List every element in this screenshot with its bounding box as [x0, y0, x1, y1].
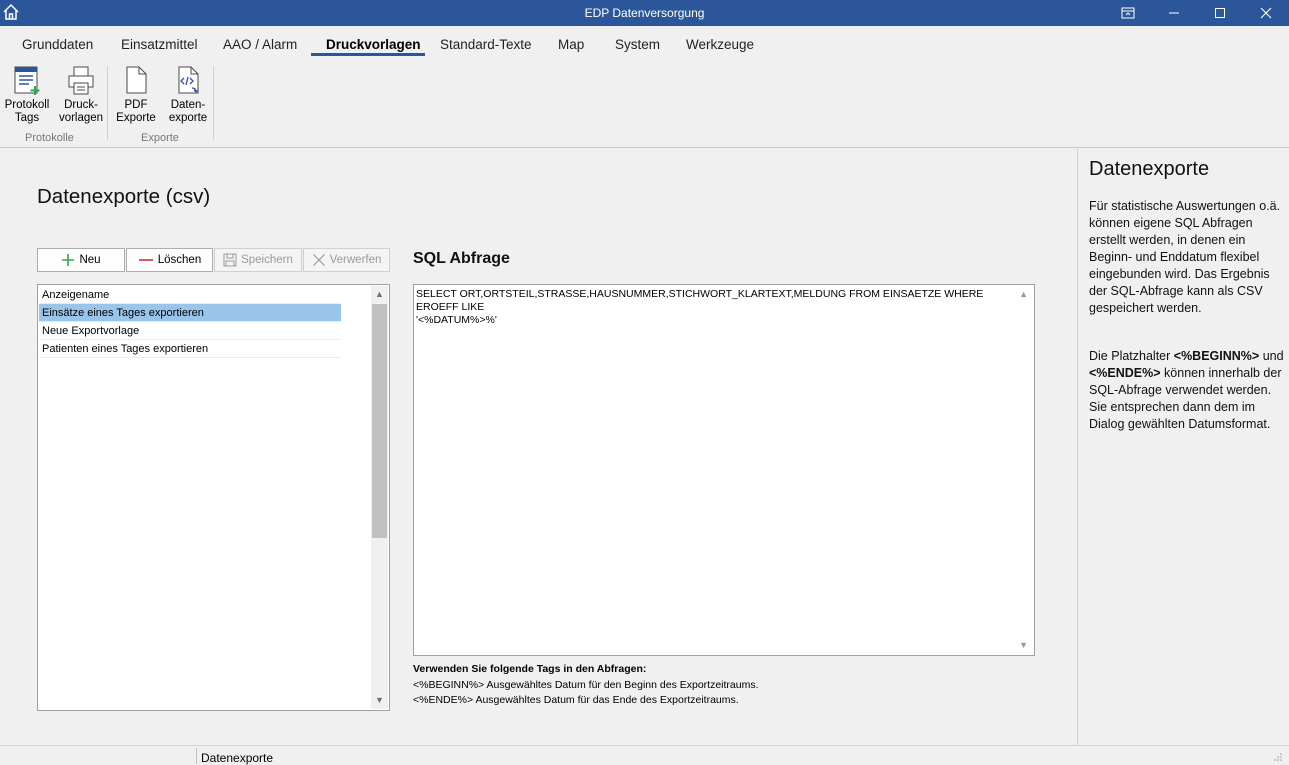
tab-standard-texte[interactable]: Standard-Texte — [440, 37, 532, 52]
help-title: Datenexporte — [1089, 158, 1210, 180]
protocol-tags-label-1: Protokoll — [4, 99, 50, 111]
list-item[interactable]: Neue Exportvorlage — [39, 322, 341, 340]
sql-scroll-down-icon[interactable]: ▼ — [1019, 639, 1028, 652]
sql-text-line-2: '<%DATUM%>%' — [416, 314, 497, 326]
save-icon — [223, 253, 237, 267]
tab-map[interactable]: Map — [558, 37, 584, 52]
sql-section-title: SQL Abfrage — [413, 250, 510, 267]
main-content: Datenexporte (csv) Neu Löschen Speichern… — [0, 149, 1077, 745]
list-header: Anzeigename — [39, 286, 341, 304]
help-paragraph-2: Die Platzhalter <%BEGINN%> und <%ENDE%> … — [1089, 348, 1287, 433]
new-button-label: Neu — [79, 254, 101, 266]
discard-x-icon — [312, 254, 325, 266]
maximize-button[interactable] — [1197, 0, 1243, 26]
help-text: Die Platzhalter — [1089, 349, 1174, 363]
protocol-tags-label-2: Tags — [14, 112, 40, 124]
placeholder-tag-end: <%ENDE%> — [1089, 366, 1161, 380]
sql-scroll-up-icon[interactable]: ▲ — [1019, 288, 1028, 301]
ribbon-display-icon — [1121, 7, 1135, 19]
print-templates-label-2: vorlagen — [58, 112, 104, 124]
group-label-protokolle: Protokolle — [25, 132, 74, 144]
print-templates-button[interactable]: Druck- vorlagen — [57, 64, 105, 125]
close-button[interactable] — [1243, 0, 1289, 26]
restore-ribbon-button[interactable] — [1105, 0, 1151, 26]
delete-button-label: Löschen — [157, 254, 202, 266]
help-panel: Datenexporte Für statistische Auswertung… — [1077, 149, 1289, 745]
sql-query-editor[interactable]: SELECT ORT,ORTSTEIL,STRASSE,HAUSNUMMER,S… — [413, 284, 1035, 656]
discard-button-label: Verwerfen — [329, 254, 382, 266]
maximize-icon — [1215, 8, 1225, 18]
status-separator — [196, 748, 197, 764]
help-paragraph-1: Für statistische Auswertungen o.ä. könne… — [1089, 199, 1281, 315]
export-template-list[interactable]: Anzeigename Einsätze eines Tages exporti… — [37, 284, 390, 711]
tab-grunddaten[interactable]: Grunddaten — [22, 37, 93, 52]
ribbon-tabs: Grunddaten Einsatzmittel AAO / Alarm Dru… — [0, 26, 1289, 60]
protocol-tags-button[interactable]: Protokoll Tags — [3, 64, 51, 125]
tab-einsatzmittel[interactable]: Einsatzmittel — [121, 37, 198, 52]
data-exports-button[interactable]: Daten- exporte — [165, 64, 211, 125]
tab-system[interactable]: System — [615, 37, 660, 52]
window-title: EDP Datenversorgung — [584, 6, 705, 20]
pdf-document-icon — [126, 66, 147, 94]
help-text: und — [1259, 349, 1284, 363]
pdf-exports-label-1: PDF — [124, 99, 148, 111]
tags-hint-begin: <%BEGINN%> Ausgewähltes Datum für den Be… — [413, 679, 759, 691]
minus-icon — [138, 259, 153, 261]
protocol-tags-icon — [14, 66, 40, 95]
tags-hint-title: Verwenden Sie folgende Tags in den Abfra… — [413, 663, 647, 675]
close-icon — [1260, 7, 1272, 19]
pdf-exports-button[interactable]: PDF Exporte — [113, 64, 159, 125]
ribbon-group-separator — [107, 66, 108, 140]
active-tab-indicator — [311, 53, 425, 56]
sql-text-line-1: SELECT ORT,ORTSTEIL,STRASSE,HAUSNUMMER,S… — [416, 288, 984, 313]
group-label-exporte: Exporte — [141, 132, 179, 144]
data-export-icon — [178, 66, 199, 94]
printer-icon — [68, 66, 94, 95]
ribbon-group-separator — [213, 66, 214, 140]
scroll-down-icon[interactable]: ▼ — [371, 692, 388, 709]
minimize-button[interactable] — [1151, 0, 1197, 26]
list-item[interactable]: Einsätze eines Tages exportieren — [39, 304, 341, 322]
new-button[interactable]: Neu — [37, 248, 125, 272]
plus-icon — [62, 254, 75, 266]
data-exports-label-1: Daten- — [170, 99, 206, 111]
tags-hint-end: <%ENDE%> Ausgewähltes Datum für das Ende… — [413, 694, 739, 706]
list-scrollbar[interactable]: ▲ ▼ — [371, 286, 388, 709]
data-exports-label-2: exporte — [168, 112, 208, 124]
print-templates-label-1: Druck- — [64, 99, 98, 111]
minimize-icon — [1169, 12, 1179, 14]
scroll-up-icon[interactable]: ▲ — [371, 286, 388, 303]
status-text: Datenexporte — [201, 751, 274, 765]
pdf-exports-label-2: Exporte — [116, 112, 156, 124]
delete-button[interactable]: Löschen — [126, 248, 213, 272]
save-button[interactable]: Speichern — [214, 248, 302, 272]
title-bar: EDP Datenversorgung — [0, 0, 1289, 26]
page-title: Datenexporte (csv) — [37, 185, 211, 208]
tab-druckvorlagen[interactable]: Druckvorlagen — [326, 37, 421, 52]
ribbon: Protokoll Tags Druck- vorlagen PDF Expor… — [0, 60, 1289, 148]
list-item[interactable]: Patienten eines Tages exportieren — [39, 340, 341, 358]
placeholder-tag-begin: <%BEGINN%> — [1173, 349, 1260, 363]
scrollbar-thumb[interactable] — [372, 304, 387, 538]
save-button-label: Speichern — [241, 254, 293, 266]
list-toolbar: Neu Löschen Speichern Verwerfen — [37, 248, 391, 272]
tab-werkzeuge[interactable]: Werkzeuge — [686, 37, 754, 52]
status-bar: Datenexporte — [0, 745, 1289, 765]
resize-grip-icon[interactable] — [1273, 752, 1283, 762]
discard-button[interactable]: Verwerfen — [303, 248, 390, 272]
tab-aao-alarm[interactable]: AAO / Alarm — [223, 37, 297, 52]
